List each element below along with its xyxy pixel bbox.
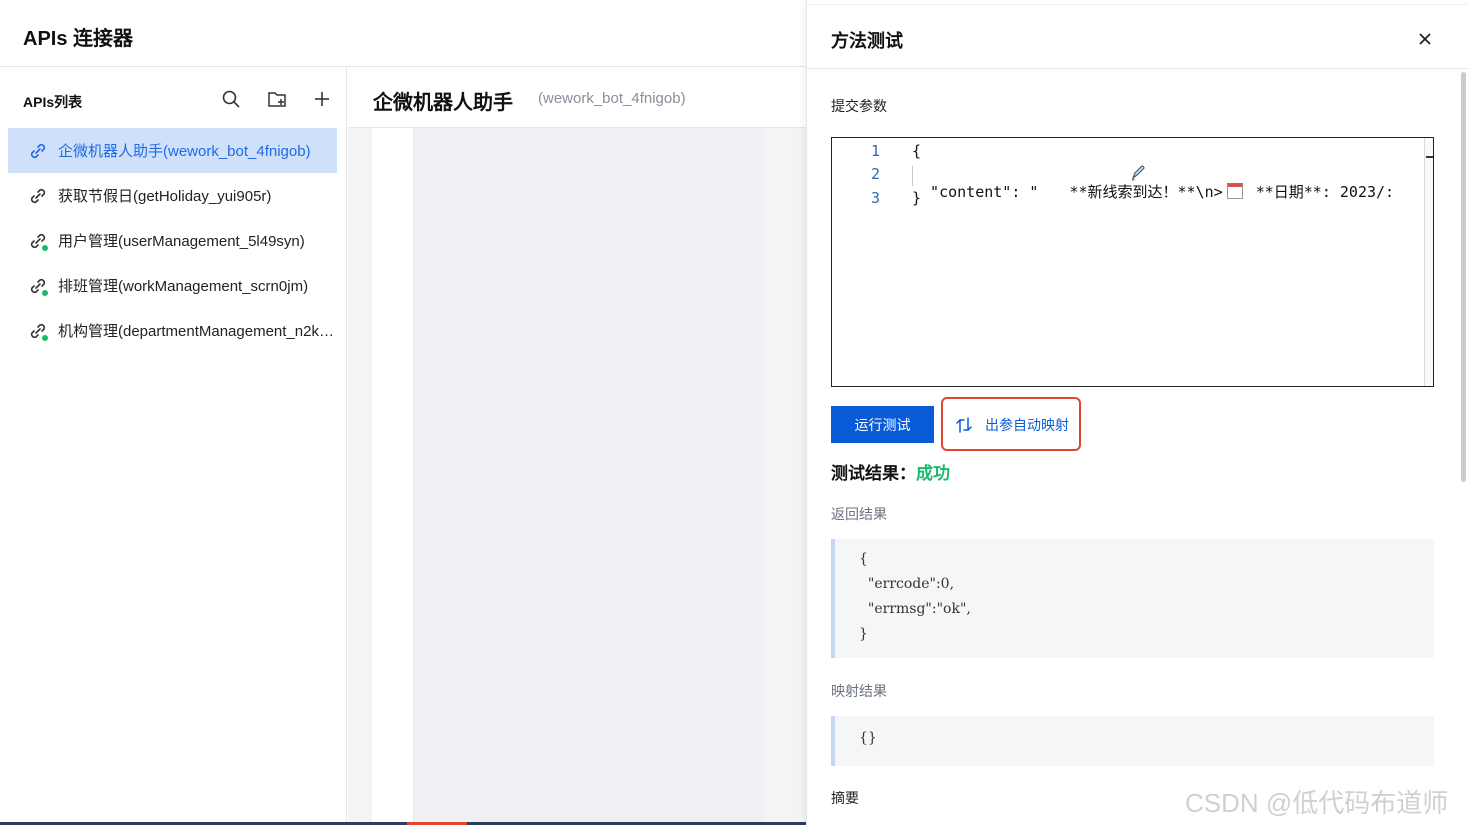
content-subtitle: (wework_bot_4fnigob) bbox=[538, 90, 686, 107]
return-line: "errmsg":"ok", bbox=[859, 601, 971, 617]
api-item-department-management[interactable]: 机构管理(departmentManagement_n2kt… bbox=[8, 308, 337, 353]
test-result-status: 成功 bbox=[916, 464, 950, 483]
search-icon[interactable] bbox=[220, 88, 242, 110]
drawer-title: 方法测试 bbox=[831, 31, 903, 51]
params-code-editor[interactable]: 1 { 2 "content": " **新线索到达！**\n> **日期**:… bbox=[831, 137, 1434, 387]
link-check-icon bbox=[28, 321, 49, 342]
method-test-drawer: 方法测试 提交参数 1 { 2 "content": " **新线索到达！**\… bbox=[806, 0, 1468, 825]
line-number: 1 bbox=[870, 142, 880, 160]
return-line: } bbox=[859, 626, 868, 642]
return-label: 返回结果 bbox=[831, 506, 887, 522]
watermark: CSDN @低代码布道师 bbox=[1185, 788, 1449, 818]
new-folder-icon[interactable] bbox=[266, 88, 288, 110]
add-icon[interactable] bbox=[311, 88, 333, 110]
api-list: 企微机器人助手(wework_bot_4fnigob) 获取节假日(getHol… bbox=[8, 128, 337, 353]
api-item-user-management[interactable]: 用户管理(userManagement_5l49syn) bbox=[8, 218, 337, 263]
line-number: 3 bbox=[870, 189, 880, 207]
link-icon bbox=[28, 141, 48, 161]
content-title: 企微机器人助手 bbox=[373, 92, 513, 114]
app-header: APIs 连接器 bbox=[0, 0, 806, 67]
editor-line: 2 "content": " **新线索到达！**\n> **日期**: 202… bbox=[832, 162, 1432, 201]
mapping-value: {} bbox=[859, 730, 877, 746]
api-item-get-holiday[interactable]: 获取节假日(getHoliday_yui905r) bbox=[8, 173, 337, 218]
sidebar-header: APIs列表 bbox=[0, 67, 347, 128]
link-icon bbox=[28, 186, 48, 206]
auto-map-output-button[interactable]: 出参自动映射 bbox=[949, 406, 1075, 443]
link-check-icon bbox=[28, 231, 49, 252]
app-title: APIs 连接器 bbox=[23, 28, 134, 50]
return-result-block: { "errcode":0, "errmsg":"ok", } bbox=[831, 539, 1434, 658]
api-item-label: 排班管理(workManagement_scrn0jm) bbox=[58, 278, 309, 295]
content-header: 企微机器人助手 (wework_bot_4fnigob) bbox=[348, 67, 806, 128]
api-item-work-management[interactable]: 排班管理(workManagement_scrn0jm) bbox=[8, 263, 337, 308]
run-test-button[interactable]: 运行测试 bbox=[831, 406, 934, 443]
editor-scrollbar[interactable] bbox=[1424, 138, 1433, 386]
return-line: { bbox=[859, 551, 868, 567]
drawer-header: 方法测试 bbox=[807, 5, 1468, 69]
mapping-result-block: {} bbox=[831, 716, 1434, 766]
code-text: } bbox=[912, 189, 922, 207]
test-result: 测试结果：成功 bbox=[831, 459, 950, 484]
params-label: 提交参数 bbox=[831, 98, 887, 114]
editor-line: 3 } bbox=[832, 186, 1432, 210]
mapping-label: 映射结果 bbox=[831, 683, 887, 699]
test-result-label: 测试结果： bbox=[831, 464, 916, 483]
api-item-label: 用户管理(userManagement_5l49syn) bbox=[58, 233, 305, 250]
api-item-label: 企微机器人助手(wework_bot_4fnigob) bbox=[58, 143, 311, 160]
api-item-label: 机构管理(departmentManagement_n2kt… bbox=[58, 323, 337, 340]
content-body bbox=[348, 128, 806, 825]
return-line: "errcode":0, bbox=[859, 576, 955, 592]
sync-icon bbox=[955, 416, 973, 434]
api-item-label: 获取节假日(getHoliday_yui905r) bbox=[58, 188, 272, 205]
api-item-wework-bot[interactable]: 企微机器人助手(wework_bot_4fnigob) bbox=[8, 128, 337, 173]
drawer-scrollbar[interactable] bbox=[1461, 72, 1466, 482]
link-check-icon bbox=[28, 276, 49, 297]
line-number: 2 bbox=[870, 165, 880, 183]
content-panel-right bbox=[764, 128, 806, 825]
close-icon[interactable] bbox=[1413, 27, 1437, 51]
sidebar-title: APIs列表 bbox=[23, 94, 83, 110]
api-sidebar: APIs列表 企微机器人助手(wework_bot_4fnigob) 获取节假日… bbox=[0, 67, 347, 825]
content-panel bbox=[414, 128, 764, 825]
content-gutter bbox=[372, 128, 414, 825]
highlight-box: 出参自动映射 bbox=[941, 397, 1081, 451]
auto-map-label: 出参自动映射 bbox=[985, 416, 1069, 433]
summary-label: 摘要 bbox=[831, 790, 859, 806]
